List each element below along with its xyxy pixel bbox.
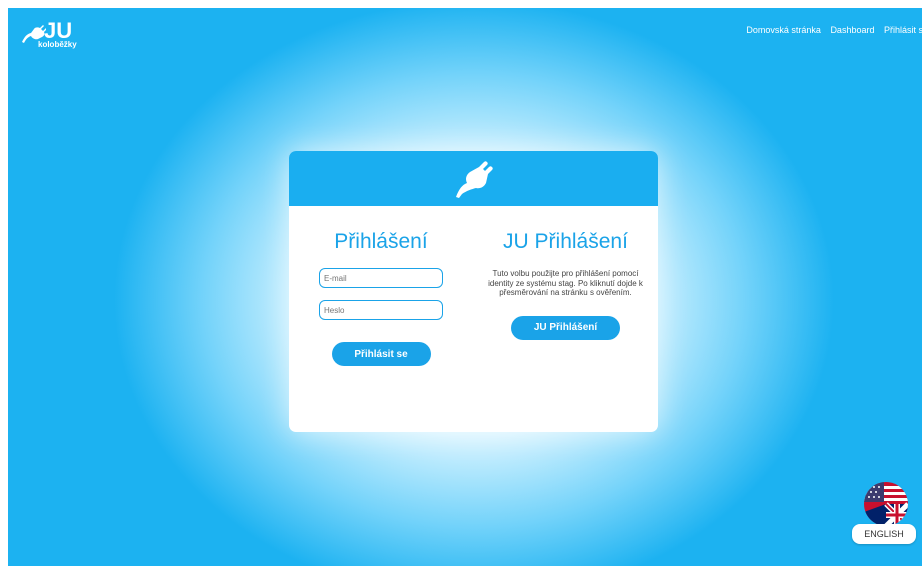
nav-dashboard-link[interactable]: Dashboard <box>830 25 874 35</box>
top-nav: Domovská stránka Dashboard Přihlásit se <box>739 25 922 35</box>
nav-home-link[interactable]: Domovská stránka <box>746 25 821 35</box>
login-title: Přihlášení <box>334 230 428 253</box>
card-header <box>289 151 658 206</box>
login-card: Přihlášení Přihlásit se JU Přihlášení Tu… <box>289 151 658 432</box>
ju-login-button[interactable]: JU Přihlášení <box>511 315 620 340</box>
flag-icon <box>864 482 908 526</box>
password-field[interactable] <box>319 300 443 320</box>
language-label: ENGLISH <box>852 524 916 544</box>
login-section: Přihlášení Přihlásit se <box>289 206 473 366</box>
plug-icon <box>456 161 493 198</box>
language-switch[interactable]: ENGLISH <box>852 482 920 552</box>
page-background: JU koloběžky Domovská stránka Dashboard … <box>8 8 922 566</box>
ju-login-title: JU Přihlášení <box>503 230 628 253</box>
logo[interactable]: JU koloběžky <box>20 18 90 49</box>
nav-login-link[interactable]: Přihlásit se <box>884 25 922 35</box>
logo-subtitle: koloběžky <box>38 40 77 49</box>
email-field[interactable] <box>319 268 443 288</box>
ju-login-section: JU Přihlášení Tuto volbu použijte pro př… <box>473 206 658 340</box>
ju-login-description: Tuto volbu použijte pro přihlášení pomoc… <box>488 269 643 297</box>
login-button[interactable]: Přihlásit se <box>331 342 431 366</box>
